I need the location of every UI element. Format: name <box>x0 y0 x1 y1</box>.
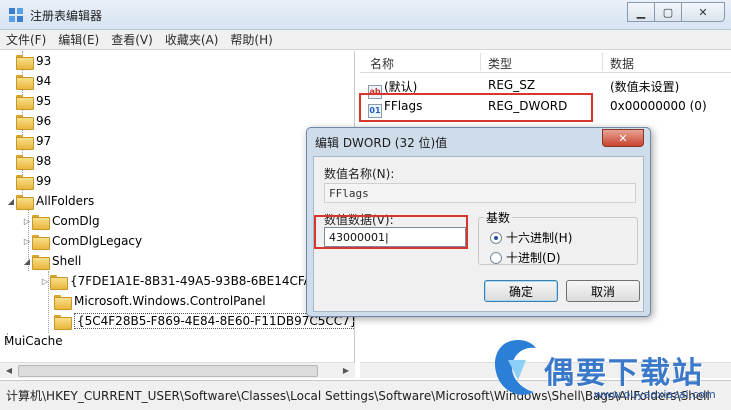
radio-hex[interactable]: 十六进制(H) <box>490 229 572 246</box>
tree-item[interactable]: 99 <box>16 171 51 191</box>
folder-icon <box>32 234 50 250</box>
menu-bar: 文件(F) 编辑(E) 查看(V) 收藏夹(A) 帮助(H) <box>0 30 731 50</box>
maximize-icon: ▢ <box>662 5 674 19</box>
close-button[interactable]: ✕ <box>681 2 725 22</box>
expand-icon[interactable]: ▷ <box>22 217 32 226</box>
tree-item-allfolders[interactable]: ◢ AllFolders <box>6 191 94 211</box>
collapse-icon[interactable]: ◢ <box>22 257 32 266</box>
scroll-right-icon[interactable]: ▶ <box>338 364 354 378</box>
tree-item-guid-1[interactable]: ▷ {7FDE1A1E-8B31-49A5-93B8-6BE14CFA4 <box>40 271 320 291</box>
watermark-logo-icon <box>494 340 536 395</box>
minimize-icon: ▁ <box>636 5 646 19</box>
tree-item[interactable]: 98 <box>16 151 51 171</box>
list-header: 名称 类型 数据 <box>360 51 731 73</box>
folder-icon <box>54 314 72 330</box>
tree-item-controlpanel[interactable]: Microsoft.Windows.ControlPanel <box>54 291 266 311</box>
binary-value-icon: 01 <box>368 104 382 118</box>
window-title: 注册表编辑器 <box>30 9 103 23</box>
folder-icon <box>32 214 50 230</box>
folder-icon <box>16 74 34 90</box>
expand-icon[interactable]: ▷ <box>22 237 32 246</box>
value-type: REG_DWORD <box>488 99 568 113</box>
tree-item[interactable]: 94 <box>16 71 51 91</box>
dialog-close-button[interactable]: ✕ <box>602 129 644 147</box>
tree-item[interactable]: 93 <box>16 51 51 71</box>
ok-button[interactable]: 确定 <box>484 280 558 302</box>
tree-item-comdlglegacy[interactable]: ▷ ComDlgLegacy <box>22 231 142 251</box>
value-data-input[interactable]: 43000001| <box>324 227 466 247</box>
folder-open-icon <box>16 194 34 210</box>
value-name-field: FFlags <box>324 183 636 203</box>
folder-icon <box>16 154 34 170</box>
radio-checked-icon <box>490 231 502 244</box>
cancel-button[interactable]: 取消 <box>566 280 640 302</box>
radio-unchecked-icon <box>490 251 502 264</box>
folder-icon <box>16 94 34 110</box>
dialog-title: 编辑 DWORD (32 位)值 <box>315 136 448 150</box>
tree-item[interactable]: 97 <box>16 131 51 151</box>
list-row[interactable]: ab (默认) REG_SZ (数值未设置) <box>360 76 731 99</box>
base-label: 基数 <box>484 209 513 226</box>
registry-editor-icon <box>9 8 23 22</box>
folder-open-icon <box>32 254 50 270</box>
menu-edit[interactable]: 编辑(E) <box>58 31 99 48</box>
tree-item[interactable]: 96 <box>16 111 51 131</box>
edit-dword-dialog: 编辑 DWORD (32 位)值 ✕ 数值名称(N): FFlags 数值数据(… <box>306 127 651 317</box>
value-data: (数值未设置) <box>610 80 680 94</box>
scroll-left-icon[interactable]: ◀ <box>1 364 17 378</box>
list-row-fflags[interactable]: 01 FFlags REG_DWORD 0x00000000 (0) <box>360 97 731 118</box>
value-data: 0x00000000 (0) <box>610 99 707 113</box>
column-data[interactable]: 数据 <box>610 55 634 72</box>
menu-file[interactable]: 文件(F) <box>6 31 46 48</box>
menu-view[interactable]: 查看(V) <box>111 31 153 48</box>
value-data-label: 数值数据(V): <box>324 213 394 227</box>
close-icon: ✕ <box>618 131 628 145</box>
folder-icon <box>16 54 34 70</box>
watermark-url: www.ouyaoxiazai.com <box>594 388 716 401</box>
folder-icon <box>16 114 34 130</box>
folder-icon <box>54 294 72 310</box>
tree-horizontal-scrollbar[interactable]: ◀ ▶ <box>0 362 355 378</box>
tree-item-shell[interactable]: ◢ Shell <box>22 251 81 271</box>
column-type[interactable]: 类型 <box>488 55 512 72</box>
radio-dec[interactable]: 十进制(D) <box>490 249 561 266</box>
folder-icon <box>50 274 68 290</box>
value-type: REG_SZ <box>488 78 536 92</box>
tree-item[interactable]: 95 <box>16 91 51 111</box>
folder-icon <box>16 134 34 150</box>
menu-help[interactable]: 帮助(H) <box>230 31 272 48</box>
folder-icon <box>16 174 34 190</box>
maximize-button[interactable]: ▢ <box>654 2 682 22</box>
tree-item-comdlg[interactable]: ▷ ComDlg <box>22 211 100 231</box>
dialog-body: 数值名称(N): FFlags 数值数据(V): 43000001| 基数 十六… <box>313 156 644 312</box>
window-controls: ▁ ▢ ✕ <box>627 2 725 22</box>
watermark: 偶要下载站 www.ouyaoxiazai.com <box>488 330 728 408</box>
expand-icon[interactable]: ▷ <box>40 277 50 286</box>
column-name[interactable]: 名称 <box>370 55 394 72</box>
collapse-icon[interactable]: ◢ <box>6 197 16 206</box>
tree-item-muicache[interactable]: MuiCache <box>0 331 63 351</box>
value-name: (默认) <box>384 80 418 94</box>
watermark-text: 偶要下载站 <box>544 356 704 391</box>
title-bar: 注册表编辑器 ▁ ▢ ✕ <box>0 0 731 30</box>
registry-tree[interactable]: 93 94 95 96 97 98 99 ◢ AllFolders ▷ ComD… <box>0 51 355 377</box>
close-icon: ✕ <box>698 5 708 19</box>
value-name: FFlags <box>384 99 423 113</box>
scrollbar-thumb[interactable] <box>18 365 318 377</box>
menu-favorites[interactable]: 收藏夹(A) <box>165 31 219 48</box>
minimize-button[interactable]: ▁ <box>627 2 655 22</box>
value-name-label: 数值名称(N): <box>324 167 395 181</box>
